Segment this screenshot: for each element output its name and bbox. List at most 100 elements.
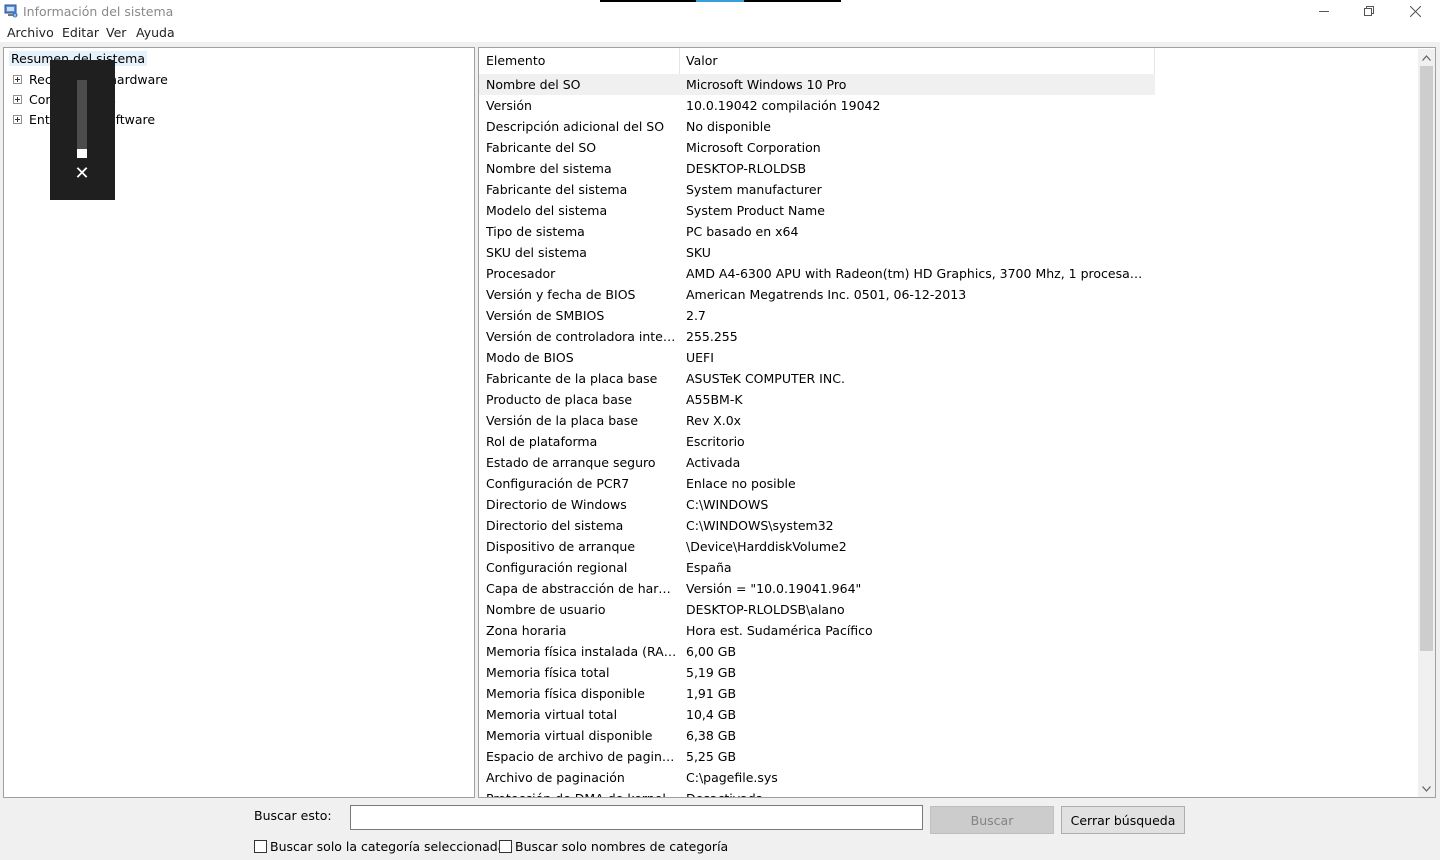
table-row[interactable]: Memoria física total 5,19 GB — [479, 662, 1155, 683]
scroll-thumb[interactable] — [1420, 66, 1433, 651]
system-information-app-icon — [4, 4, 18, 18]
value-cell: No disponible — [686, 119, 771, 134]
volume-level-track[interactable] — [77, 80, 87, 158]
column-separator[interactable] — [1154, 48, 1155, 74]
menu-ayuda[interactable]: Ayuda — [136, 25, 175, 40]
table-row[interactable]: Descripción adicional del SO No disponibl… — [479, 116, 1155, 137]
menu-archivo[interactable]: Archivo — [7, 25, 54, 40]
table-row[interactable]: Capa de abstracción de hardw... Versión =… — [479, 578, 1155, 599]
value-cell: 6,38 GB — [686, 728, 737, 743]
table-row[interactable]: Versión de la placa base Rev X.0x — [479, 410, 1155, 431]
checkbox-label[interactable]: Buscar solo nombres de categoría — [515, 839, 728, 854]
value-cell: 255.255 — [686, 329, 738, 344]
details-list[interactable]: Elemento Valor Nombre del SO Microsoft Wi… — [478, 47, 1436, 798]
close-search-button[interactable]: Cerrar búsqueda — [1061, 806, 1185, 834]
table-row[interactable]: Nombre del SO Microsoft Windows 10 Pro — [479, 74, 1155, 95]
table-row[interactable]: SKU del sistema SKU — [479, 242, 1155, 263]
expand-plus-icon[interactable] — [13, 95, 22, 104]
table-row[interactable]: Estado de arranque seguro Activada — [479, 452, 1155, 473]
volume-overlay: ✕ — [50, 60, 115, 200]
item-cell: Modo de BIOS — [486, 350, 574, 365]
restore-button[interactable] — [1346, 0, 1392, 22]
table-row[interactable]: Directorio de Windows C:\WINDOWS — [479, 494, 1155, 515]
checkbox-box[interactable] — [499, 840, 512, 853]
value-cell: España — [686, 560, 732, 575]
table-row[interactable]: Archivo de paginación C:\pagefile.sys — [479, 767, 1155, 788]
table-row[interactable]: Modelo del sistema System Product Name — [479, 200, 1155, 221]
menu-ver[interactable]: Ver — [106, 25, 126, 40]
title-bar: Información del sistema — [0, 0, 1440, 22]
item-cell: Nombre del sistema — [486, 161, 612, 176]
menu-bar: Archivo Editar Ver Ayuda — [0, 22, 1440, 42]
table-row[interactable]: Nombre de usuario DESKTOP-RLOLDSB\alano — [479, 599, 1155, 620]
table-row[interactable]: Producto de placa base A55BM-K — [479, 389, 1155, 410]
item-cell: Memoria virtual disponible — [486, 728, 653, 743]
table-row[interactable]: Configuración regional España — [479, 557, 1155, 578]
value-cell: C:\pagefile.sys — [686, 770, 778, 785]
item-cell: Versión de controladora integr... — [486, 329, 678, 344]
table-row[interactable]: Fabricante del sistema System manufacture… — [479, 179, 1155, 200]
checkbox-label[interactable]: Buscar solo la categoría seleccionada — [270, 839, 505, 854]
table-row[interactable]: Tipo de sistema PC basado en x64 — [479, 221, 1155, 242]
item-cell: Memoria virtual total — [486, 707, 618, 722]
find-button[interactable]: Buscar — [930, 806, 1054, 834]
table-row[interactable]: Versión de controladora integr... 255.255 — [479, 326, 1155, 347]
value-cell: Desactivada — [686, 788, 1149, 797]
value-cell: Escritorio — [686, 434, 745, 449]
table-row[interactable]: Memoria virtual total 10,4 GB — [479, 704, 1155, 725]
item-cell: Memoria física disponible — [486, 686, 645, 701]
item-cell: SKU del sistema — [486, 245, 587, 260]
table-row[interactable]: Fabricante del SO Microsoft Corporation — [479, 137, 1155, 158]
column-header-valor[interactable]: Valor — [686, 48, 718, 74]
table-row[interactable]: Memoria física instalada (RAM) 6,00 GB — [479, 641, 1155, 662]
value-cell: Versión = "10.0.19041.964" — [686, 581, 862, 596]
item-cell: Archivo de paginación — [486, 770, 625, 785]
table-row[interactable]: Zona horaria Hora est. Sudamérica Pacífic… — [479, 620, 1155, 641]
scroll-up-button[interactable] — [1418, 49, 1435, 66]
table-row[interactable]: Nombre del sistema DESKTOP-RLOLDSB — [479, 158, 1155, 179]
item-cell: Dispositivo de arranque — [486, 539, 636, 554]
table-row[interactable]: Configuración de PCR7 Enlace no posible — [479, 473, 1155, 494]
top-strip-segment — [744, 0, 841, 2]
table-row[interactable]: Modo de BIOS UEFI — [479, 347, 1155, 368]
checkbox-box[interactable] — [254, 840, 267, 853]
table-row[interactable]: Versión 10.0.19042 compilación 19042 — [479, 95, 1155, 116]
list-header: Elemento Valor — [479, 48, 1155, 74]
close-icon — [1409, 5, 1421, 17]
item-cell: Versión — [486, 98, 532, 113]
table-row[interactable]: Memoria virtual disponible 6,38 GB — [479, 725, 1155, 746]
value-cell: 5,19 GB — [686, 665, 737, 680]
table-row[interactable]: Dispositivo de arranque \Device\HarddiskV… — [479, 536, 1155, 557]
table-row[interactable]: Directorio del sistema C:\WINDOWS\system3… — [479, 515, 1155, 536]
value-cell: UEFI — [686, 350, 714, 365]
item-cell: Versión de SMBIOS — [486, 308, 605, 323]
item-cell: Fabricante del SO — [486, 140, 597, 155]
value-cell: A55BM-K — [686, 392, 743, 407]
expand-plus-icon[interactable] — [13, 75, 22, 84]
close-button[interactable] — [1392, 0, 1438, 22]
value-cell: DESKTOP-RLOLDSB — [686, 161, 807, 176]
minimize-button[interactable] — [1301, 0, 1347, 22]
item-cell: Capa de abstracción de hardw... — [486, 581, 678, 596]
table-row[interactable]: Protección de DMA de kernel Desactivada — [479, 788, 1155, 797]
table-row[interactable]: Espacio de archivo de paginaci... 5,25 GB — [479, 746, 1155, 767]
chevron-down-icon — [1422, 785, 1431, 792]
table-row[interactable]: Memoria física disponible 1,91 GB — [479, 683, 1155, 704]
overlay-close-icon[interactable]: ✕ — [72, 164, 92, 184]
table-row[interactable]: Fabricante de la placa base ASUSTeK COMPU… — [479, 368, 1155, 389]
vertical-scrollbar[interactable] — [1418, 49, 1435, 797]
table-row[interactable]: Procesador AMD A4-6300 APU with Radeon(tm… — [479, 263, 1155, 284]
menu-editar[interactable]: Editar — [62, 25, 99, 40]
table-row[interactable]: Versión de SMBIOS 2.7 — [479, 305, 1155, 326]
value-cell: 5,25 GB — [686, 749, 737, 764]
item-cell: Zona horaria — [486, 623, 567, 638]
search-input[interactable] — [350, 805, 923, 830]
minimize-icon — [1319, 11, 1329, 12]
column-header-elemento[interactable]: Elemento — [486, 48, 545, 74]
column-separator[interactable] — [679, 48, 680, 74]
table-row[interactable]: Rol de plataforma Escritorio — [479, 431, 1155, 452]
expand-plus-icon[interactable] — [13, 115, 22, 124]
top-strip-segment — [600, 0, 696, 2]
scroll-down-button[interactable] — [1418, 780, 1435, 797]
table-row[interactable]: Versión y fecha de BIOS American Megatren… — [479, 284, 1155, 305]
